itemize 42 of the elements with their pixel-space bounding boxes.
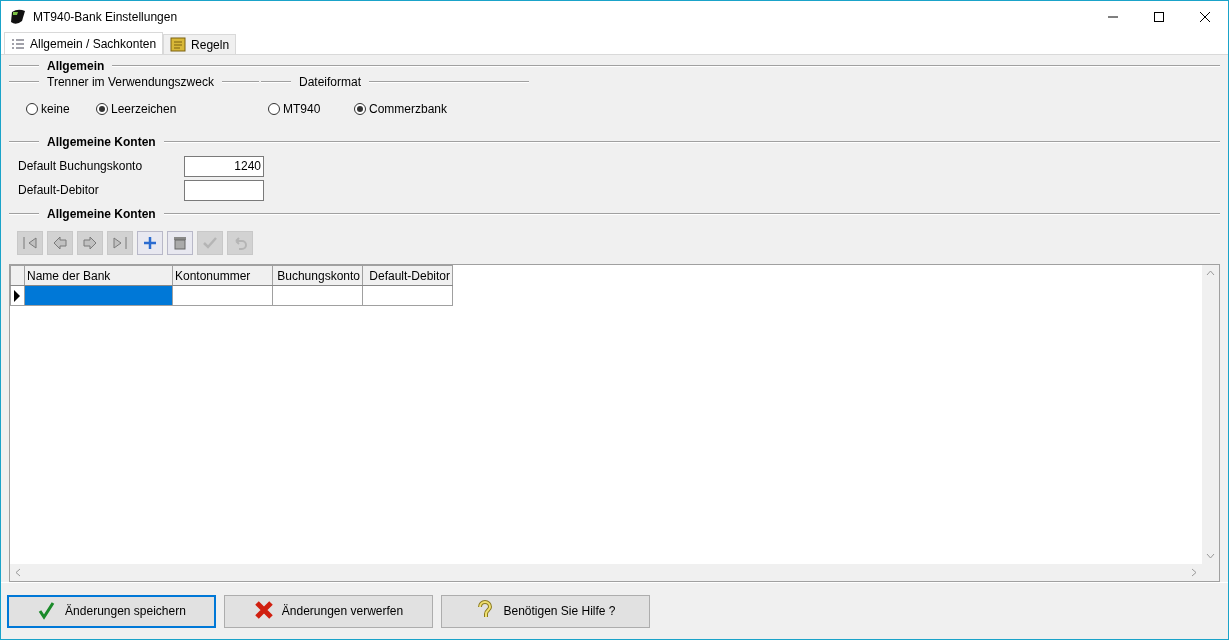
left-arrow-icon: [51, 234, 69, 252]
section-title: Allgemeine Konten: [47, 206, 156, 223]
first-icon: [21, 234, 39, 252]
section-title: Allgemein: [47, 58, 105, 75]
section-title: Allgemeine Konten: [47, 134, 156, 151]
navigator-button[interactable]: [137, 231, 163, 255]
tab[interactable]: Regeln: [163, 34, 237, 54]
plus-icon: [141, 234, 159, 252]
tab[interactable]: Allgemein / Sachkonten: [4, 32, 164, 54]
radio-button[interactable]: MT940: [268, 100, 354, 118]
column-header[interactable]: Kontonummer: [172, 265, 273, 286]
table-cell[interactable]: [362, 285, 453, 306]
row-indicator-icon: [13, 289, 21, 304]
app-icon: [9, 7, 27, 26]
radio-button[interactable]: Leerzeichen: [96, 100, 177, 118]
field-label: Default Buchungskonto: [18, 158, 144, 175]
table-cell[interactable]: [172, 285, 273, 306]
maximize-icon: [1153, 10, 1165, 23]
column-header[interactable]: Default-Debitor: [362, 265, 453, 286]
list-icon: [11, 37, 25, 50]
input-field[interactable]: [184, 179, 264, 201]
input-field[interactable]: 1240: [184, 155, 264, 177]
action-button[interactable]: Änderungen speichern: [7, 594, 216, 628]
horizontal-scrollbar[interactable]: [10, 564, 1202, 581]
radio-button[interactable]: Commerzbank: [354, 100, 448, 118]
radio-button[interactable]: keine: [26, 100, 96, 118]
column-header[interactable]: Buchungskonto: [272, 265, 363, 286]
document-icon: [170, 37, 187, 52]
table-cell[interactable]: [272, 285, 363, 306]
navigator-button[interactable]: [167, 231, 193, 255]
vertical-scrollbar[interactable]: [1202, 265, 1219, 564]
action-button[interactable]: Benötigen Sie Hilfe ?: [441, 594, 650, 628]
section-title: Trenner im Verwendungszweck: [47, 74, 214, 91]
close-icon: [1199, 10, 1211, 23]
window-title: MT940-Bank Einstellungen: [33, 8, 179, 26]
section-title: Dateiformat: [299, 74, 362, 91]
last-icon: [111, 234, 129, 252]
archive-box-icon: [171, 234, 189, 252]
column-header[interactable]: Name der Bank: [24, 265, 173, 286]
right-arrow-icon: [81, 234, 99, 252]
action-button[interactable]: Änderungen verwerfen: [224, 594, 433, 628]
field-label: Default-Debitor: [18, 182, 100, 199]
